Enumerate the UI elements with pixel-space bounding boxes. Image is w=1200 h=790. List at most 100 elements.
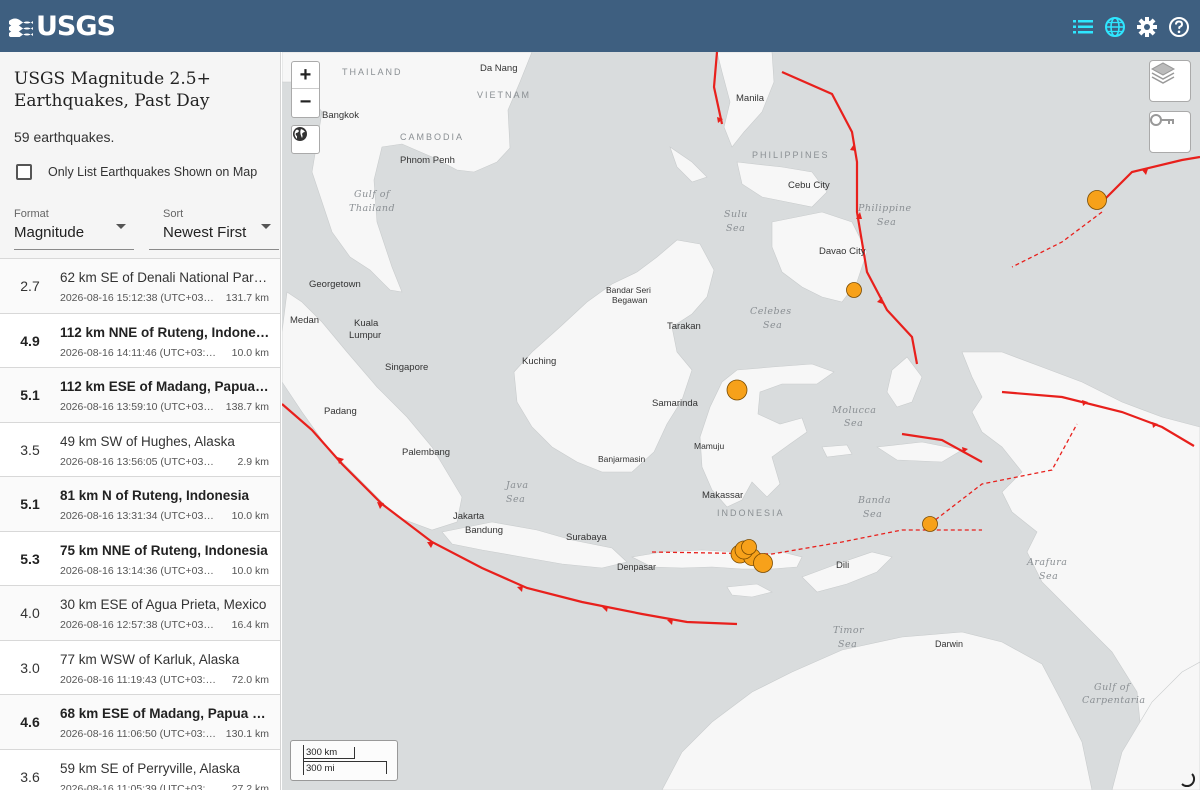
earthquake-list-item[interactable]: 3.0 77 km WSW of Karluk, Alaska 2026-08-16…	[0, 639, 280, 694]
help-icon[interactable]	[1168, 16, 1190, 38]
map-label-bandung: Bandung	[465, 525, 504, 536]
map-label-kuala-lumpur-1: Kuala	[354, 318, 379, 329]
earthquake-place: 49 km SW of Hughes, Alaska	[60, 433, 235, 449]
earthquake-list-item[interactable]: 4.6 68 km ESE of Madang, Papua New Guinea…	[0, 694, 280, 749]
earthquake-place: 112 km NNE of Ruteng, Indonesia	[60, 324, 270, 340]
earthquake-depth: 16.4 km	[231, 619, 269, 631]
earthquake-list-item[interactable]: 5.3 75 km NNE of Ruteng, Indonesia 2026-08…	[0, 530, 280, 585]
earthquake-count: 59 earthquakes.	[14, 129, 115, 145]
map-label-padang: Padang	[324, 406, 357, 417]
earthquake-place: 30 km ESE of Agua Prieta, Mexico	[60, 597, 267, 612]
earthquake-place: 59 km SE of Perryville, Alaska	[60, 760, 241, 776]
chevron-down-icon	[116, 224, 126, 229]
map-label-mamuju: Mamuju	[694, 441, 725, 451]
earthquake-list-item[interactable]: 3.5 49 km SW of Hughes, Alaska 2026-08-16 …	[0, 421, 280, 476]
map-label-da-nang: Da Nang	[480, 63, 518, 74]
earthquake-place: 75 km NNE of Ruteng, Indonesia	[60, 542, 268, 558]
earthquake-time: 2026-08-16 13:14:36 (UTC+03:00)	[60, 564, 216, 577]
earthquake-list: 2.7 62 km SE of Denali National Park, Ala…	[0, 258, 280, 790]
map-label-medan: Medan	[290, 315, 320, 326]
earthquake-depth: 10.0 km	[231, 564, 269, 577]
sort-select[interactable]: Sort Newest First	[149, 204, 279, 250]
map-label-carpentaria-1: Gulf of	[1094, 682, 1131, 693]
map-label-phnom-penh: Phnom Penh	[400, 155, 455, 166]
map-label-kuala-lumpur-2: Lumpur	[349, 330, 382, 341]
globe-icon[interactable]	[1104, 16, 1126, 38]
map-label-indonesia: INDONESIA	[717, 508, 785, 518]
sort-label: Sort	[163, 208, 184, 220]
earthquake-depth: 2.9 km	[237, 455, 269, 468]
map-label-samarinda: Samarinda	[652, 398, 698, 409]
earthquake-place: 112 km ESE of Madang, Papua New Guinea	[60, 379, 270, 394]
world-view-button[interactable]	[291, 125, 320, 154]
earthquake-time: 2026-08-16 14:11:46 (UTC+03:00)	[60, 346, 216, 359]
map-filter-checkbox-row[interactable]: Only List Earthquakes Shown on Map	[16, 164, 257, 180]
earthquake-list-item[interactable]: 2.7 62 km SE of Denali National Park, Ala…	[0, 258, 280, 313]
earthquake-place: 77 km WSW of Karluk, Alaska	[60, 651, 240, 667]
scale-km: 300 km	[306, 747, 338, 758]
map-label-surabaya: Surabaya	[566, 532, 607, 543]
map-label-georgetown: Georgetown	[309, 279, 361, 290]
map-label-bangkok: Bangkok	[322, 110, 359, 121]
usgs-wave-icon	[9, 18, 33, 37]
zoom-out-button[interactable]: −	[292, 89, 319, 116]
layers-icon	[1150, 62, 1176, 84]
map-label-arafura-2: Sea	[1039, 571, 1059, 582]
key-icon	[1150, 114, 1174, 126]
earthquake-magnitude: 4.6	[20, 714, 40, 730]
earthquake-list-item[interactable]: 5.1 81 km N of Ruteng, Indonesia 2026-08-1…	[0, 476, 280, 531]
earthquake-depth: 10.0 km	[231, 510, 269, 522]
map-filter-label[interactable]: Only List Earthquakes Shown on Map	[48, 165, 257, 179]
map-label-singapore: Singapore	[385, 362, 429, 373]
usgs-logo[interactable]: USGS	[8, 11, 116, 42]
map-label-carpentaria-2: Carpentaria	[1082, 695, 1146, 706]
format-select[interactable]: Format Magnitude	[14, 204, 134, 250]
layers-button[interactable]	[1149, 60, 1191, 102]
earthquake-depth: 138.7 km	[225, 401, 269, 413]
earthquake-depth: 10.0 km	[231, 346, 269, 359]
map-label-bandar-1: Bandar Seri	[606, 285, 651, 295]
earthquake-list-item[interactable]: 4.0 30 km ESE of Agua Prieta, Mexico 2026-…	[0, 585, 280, 640]
earthquake-list-item[interactable]: 3.6 59 km SE of Perryville, Alaska 2026-08…	[0, 748, 280, 790]
map-label-banda-2: Sea	[863, 509, 883, 520]
earthquake-time: 2026-08-16 11:06:50 (UTC+03:00)	[60, 728, 216, 740]
map-label-denpasar: Denpasar	[617, 562, 657, 572]
earthquake-time: 2026-08-16 11:05:39 (UTC+03:00)	[60, 782, 216, 790]
earthquake-magnitude: 3.5	[20, 441, 40, 458]
gear-icon[interactable]	[1136, 16, 1158, 38]
earthquake-list-item[interactable]: 4.9 112 km NNE of Ruteng, Indonesia 2026-0…	[0, 312, 280, 367]
sort-value[interactable]: Newest First	[163, 224, 246, 241]
earthquake-time: 2026-08-16 13:56:05 (UTC+03:00)	[60, 455, 216, 468]
earthquake-magnitude: 3.0	[20, 659, 40, 676]
map-label-makassar: Makassar	[702, 490, 744, 501]
earthquake-magnitude: 2.7	[20, 278, 40, 294]
chevron-down-icon	[261, 224, 271, 229]
earthquake-magnitude: 4.0	[20, 605, 40, 621]
app-header: USGS	[0, 0, 1200, 52]
legend-button[interactable]	[1149, 111, 1191, 153]
earthquake-list-item[interactable]: 5.1 112 km ESE of Madang, Papua New Guine…	[0, 367, 280, 422]
map-label-celebes-2: Sea	[763, 320, 783, 331]
earthquake-depth: 131.7 km	[225, 292, 269, 304]
map-label-banda-1: Banda	[858, 495, 892, 506]
map-label-vietnam: VIETNAM	[477, 90, 532, 100]
map-label-molucca-2: Sea	[844, 418, 864, 429]
map-label-manila: Manila	[736, 93, 764, 104]
map-label-celebes-1: Celebes	[750, 306, 792, 317]
map-label-java-2: Sea	[506, 494, 526, 505]
format-value[interactable]: Magnitude	[14, 224, 84, 241]
map-label-java-1: Java	[506, 480, 529, 491]
globe-icon	[293, 127, 307, 141]
map-label-sulu-1: Sulu	[724, 209, 748, 220]
map-label-banjarmasin: Banjarmasin	[598, 454, 646, 464]
map-label-jakarta: Jakarta	[453, 511, 485, 522]
map-label-sulu-2: Sea	[726, 223, 746, 234]
zoom-in-button[interactable]: +	[292, 62, 319, 89]
map-filter-checkbox[interactable]	[16, 164, 32, 180]
zoom-control: + −	[291, 61, 320, 118]
earthquake-magnitude: 4.9	[20, 332, 40, 349]
list-icon[interactable]	[1072, 16, 1094, 38]
map[interactable]: THAILAND Da Nang VIETNAM Manila Bangkok …	[282, 52, 1200, 790]
map-label-philippine-sea-1: Philippine	[858, 203, 912, 214]
page-title: USGS Magnitude 2.5+ Earthquakes, Past Da…	[14, 69, 211, 111]
